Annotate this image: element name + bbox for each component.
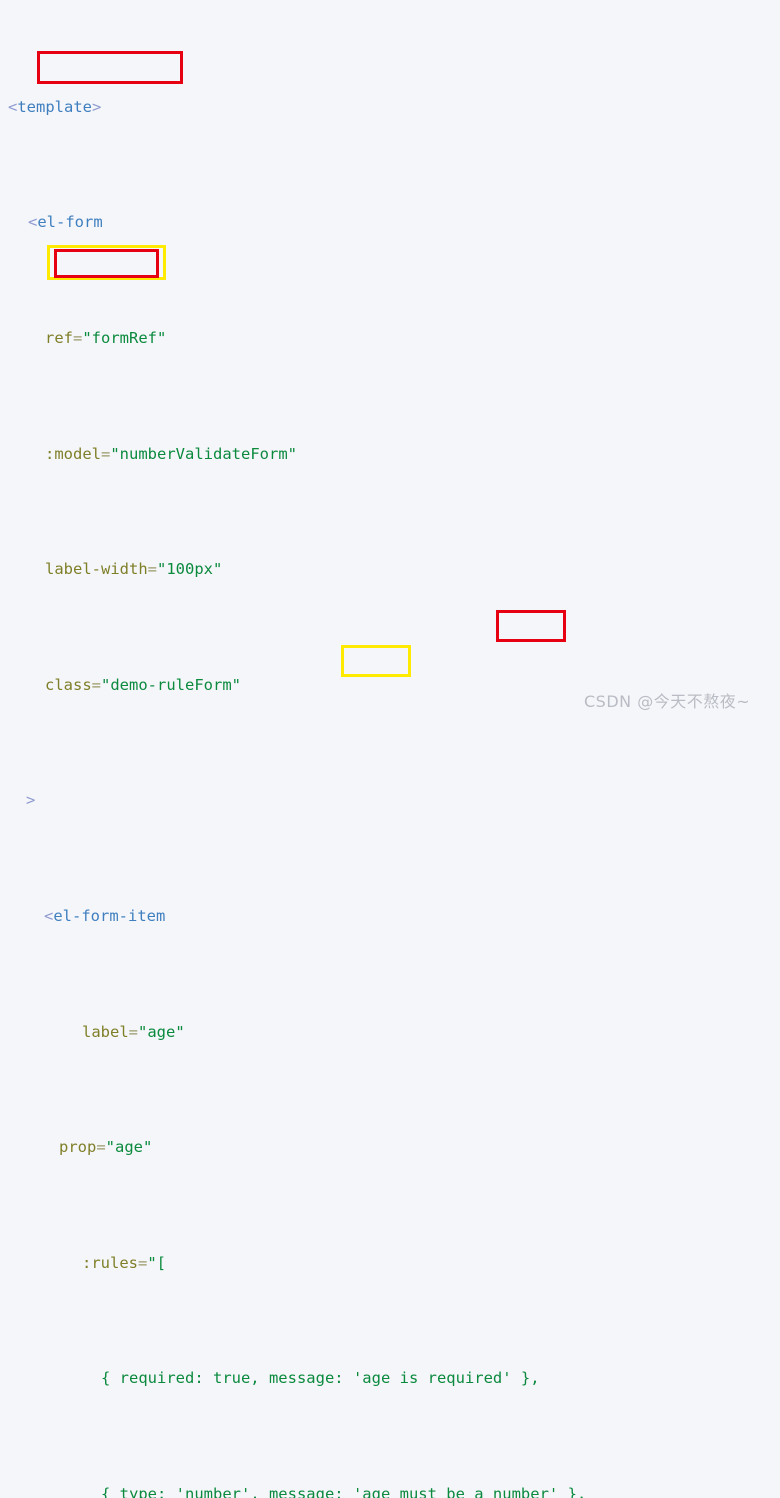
csdn-watermark: CSDN @今天不熬夜~ — [584, 692, 751, 711]
code-line-8: <el-form-item — [44, 906, 166, 925]
code-screenshot-surface: <template> <el-form ref="formRef" :model… — [0, 0, 780, 1498]
code-line-4: :model="numberValidateForm" — [45, 444, 297, 463]
code-line-9: label="age" — [82, 1022, 185, 1041]
code-line-2: <el-form — [28, 213, 103, 232]
code-line-11: :rules="[ — [82, 1253, 167, 1272]
code-line-1: <template> — [8, 97, 102, 116]
code-line-5: label-width="100px" — [45, 560, 223, 579]
code-line-13: { type: 'number', message: 'age must be … — [101, 1485, 587, 1498]
code-line-10: prop="age" — [59, 1138, 153, 1157]
code-block[interactable]: <template> <el-form ref="formRef" :model… — [0, 0, 743, 1498]
code-line-7: > — [26, 791, 36, 810]
code-line-12: { required: true, message: 'age is requi… — [101, 1369, 540, 1388]
code-line-3: ref="formRef" — [45, 328, 167, 347]
